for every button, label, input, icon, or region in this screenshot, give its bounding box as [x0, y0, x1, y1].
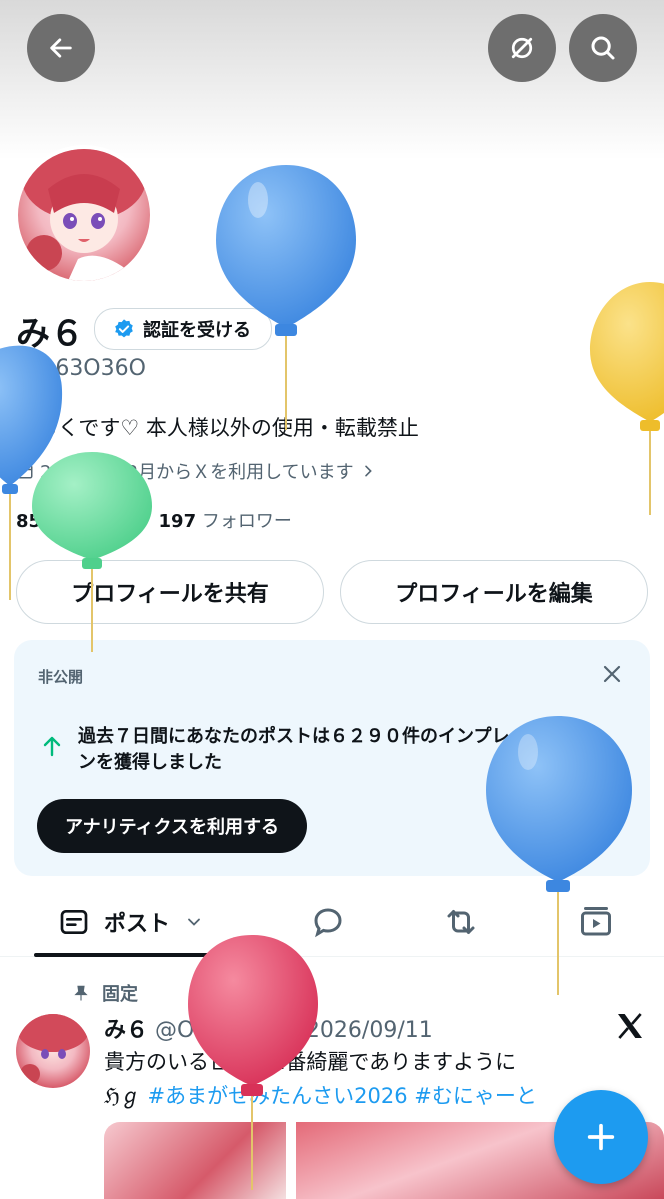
arrow-left-icon	[50, 38, 72, 58]
following-count: 85	[16, 511, 42, 532]
chevron-right-icon	[364, 465, 372, 477]
edit-profile-label: プロフィールを編集	[395, 582, 593, 607]
follow-stats: 85 フォロー中 197 フォロワー	[16, 507, 292, 533]
search-button[interactable]	[569, 14, 637, 82]
pinned-indicator: 固定	[72, 980, 138, 1006]
profile-tabs: ポスト	[0, 890, 664, 957]
posts-icon	[60, 910, 88, 934]
pin-icon	[74, 985, 88, 1001]
followers-label: フォロワー	[201, 511, 292, 532]
following-link[interactable]: 85 フォロー中	[16, 511, 137, 532]
tab-posts[interactable]: ポスト	[58, 906, 204, 938]
balloon-icon	[216, 165, 356, 430]
compose-post-button[interactable]	[554, 1090, 648, 1184]
bio-text: みろくです♡ 本人様以外の使用・転載禁止	[16, 416, 419, 440]
post-author-avatar[interactable]	[16, 1014, 90, 1088]
post-author-name[interactable]: み６	[104, 1018, 148, 1043]
impressions-line-1: 過去７日間にあなたのポストは６２９０件のインプレッション	[78, 726, 582, 747]
close-promo-button[interactable]	[600, 662, 624, 690]
post-text-line-2: ℌℊ #あまがせみたんさい2026 #むにゃーと	[104, 1080, 537, 1110]
following-label: フォロー中	[46, 511, 137, 532]
followers-link[interactable]: 197 フォロワー	[159, 511, 292, 532]
tab-reposts[interactable]	[442, 904, 480, 944]
chevron-down-icon	[188, 918, 200, 926]
post-handle-date: @O63O36O · 2026/09/11	[155, 1018, 433, 1043]
tab-replies[interactable]	[310, 904, 346, 944]
post-hashtags[interactable]: #あまがせみたんさい2026 #むにゃーと	[148, 1084, 537, 1108]
eye-slash-icon	[511, 37, 533, 59]
trend-up-icon	[40, 734, 64, 762]
use-analytics-button[interactable]: アナリティクスを利用する	[37, 799, 308, 853]
calendar-icon	[17, 464, 33, 479]
tab-posts-label: ポスト	[104, 912, 171, 937]
post-image-1[interactable]	[104, 1122, 286, 1199]
tab-media[interactable]	[578, 904, 614, 944]
verified-badge-icon	[115, 319, 133, 338]
x-logo-icon	[614, 1010, 646, 1046]
followers-count: 197	[158, 511, 197, 532]
joined-date[interactable]: 2022 年 12月からＸを利用しています	[16, 458, 376, 484]
impressions-line-2: ンを獲得しました	[78, 752, 222, 773]
share-profile-button[interactable]: プロフィールを共有	[16, 560, 324, 624]
use-analytics-label: アナリティクスを利用する	[65, 817, 280, 838]
share-profile-label: プロフィールを共有	[71, 582, 269, 607]
active-tab-indicator	[34, 953, 234, 957]
post-text-prefix: ℌℊ	[104, 1084, 148, 1108]
hide-button[interactable]	[488, 14, 556, 82]
analytics-promo-card: 非公開 過去７日間にあなたのポストは６２９０件のインプレッション ンを獲得しまし…	[14, 640, 650, 876]
post-text-line-1: 貴方のいる世界が1番綺麗でありますように	[104, 1050, 517, 1074]
repost-icon	[447, 910, 475, 934]
display-name: み６	[16, 314, 84, 354]
pinned-label: 固定	[102, 984, 138, 1005]
private-tag: 非公開	[38, 668, 84, 686]
close-icon	[603, 665, 621, 683]
impressions-text: 過去７日間にあなたのポストは６２９０件のインプレッション ンを獲得しました	[78, 724, 638, 776]
edit-profile-button[interactable]: プロフィールを編集	[340, 560, 648, 624]
back-button[interactable]	[27, 14, 95, 82]
post-header: み６ @O63O36O · 2026/09/11	[104, 1012, 433, 1044]
plus-icon	[587, 1123, 615, 1151]
balloon-icon	[590, 282, 664, 515]
search-icon	[591, 36, 615, 60]
video-icon	[581, 907, 611, 936]
user-handle: @O63O36O	[16, 356, 146, 381]
header-background	[0, 0, 664, 160]
joined-text: 2022 年 12月からＸを利用しています	[40, 462, 354, 483]
get-verified-button[interactable]: 認証を受ける	[94, 308, 272, 350]
get-verified-label: 認証を受ける	[143, 320, 251, 341]
profile-avatar[interactable]	[14, 145, 154, 285]
speech-bubble-icon	[314, 908, 342, 938]
